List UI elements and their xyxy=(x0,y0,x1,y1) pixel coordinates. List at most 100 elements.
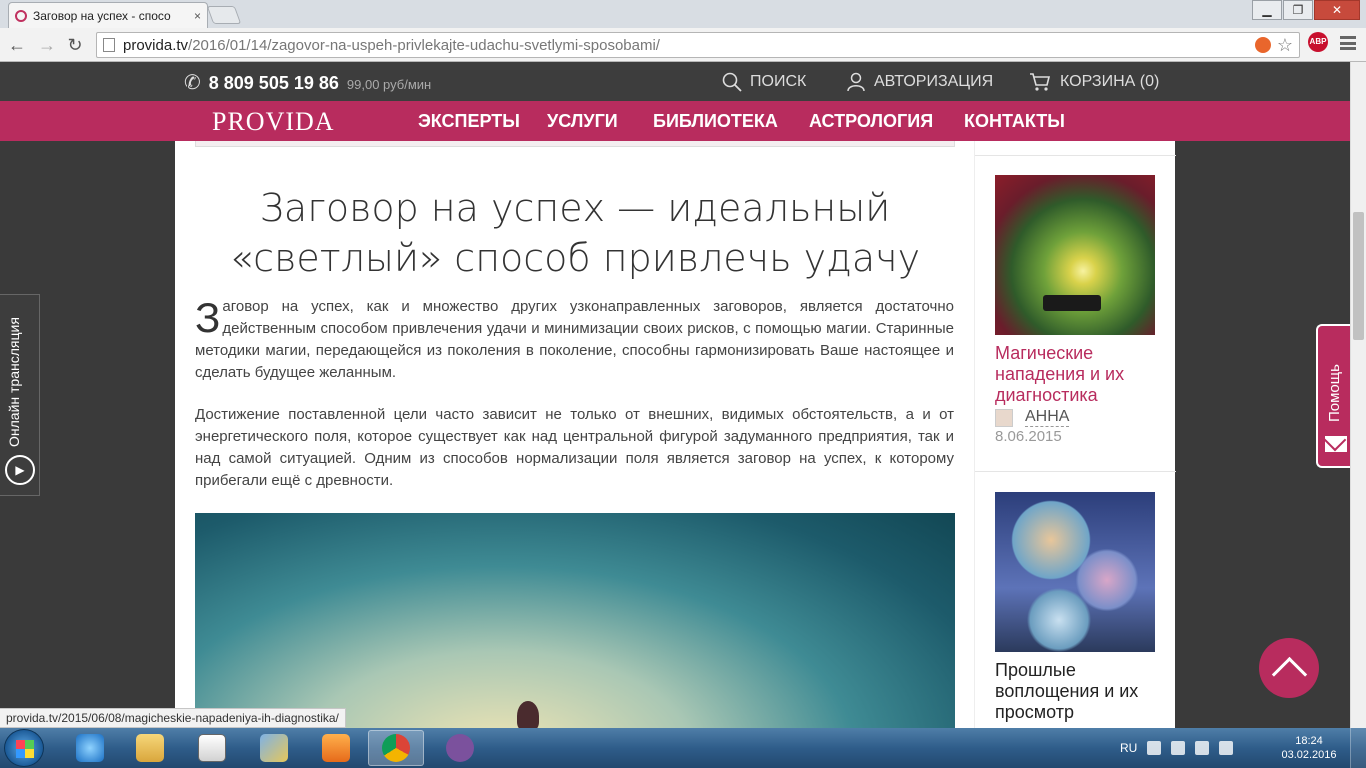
phone-icon: ✆ xyxy=(184,72,201,94)
back-arrow-icon[interactable]: ← xyxy=(6,34,28,56)
tab-close-icon[interactable]: × xyxy=(194,9,201,23)
related-card-image[interactable] xyxy=(995,175,1155,335)
cart-link[interactable]: КОРЗИНА (0) xyxy=(1028,72,1159,92)
article-hero-image xyxy=(195,513,955,728)
video-player-icon xyxy=(322,734,350,762)
language-indicator[interactable]: RU xyxy=(1120,741,1137,755)
bookmark-star-icon[interactable]: ☆ xyxy=(1277,35,1293,56)
tray-arrow-icon[interactable] xyxy=(1147,741,1162,755)
auth-label: АВТОРИЗАЦИЯ xyxy=(874,73,994,90)
nav-library[interactable]: БИБЛИОТЕКА xyxy=(653,111,778,132)
windows-logo-icon xyxy=(16,740,34,758)
taskbar-chrome[interactable] xyxy=(368,730,424,766)
site-favicon-icon xyxy=(15,9,27,22)
media-player-icon xyxy=(198,734,226,762)
author-name[interactable]: АННА xyxy=(1025,408,1070,427)
drop-cap: З xyxy=(195,294,221,341)
page-viewport: ✆ 8 809 505 19 86 99,00 руб/мин ПОИСК АВ… xyxy=(0,62,1350,728)
nav-contacts[interactable]: КОНТАКТЫ xyxy=(964,111,1065,132)
nav-experts[interactable]: ЭКСПЕРТЫ xyxy=(418,111,520,132)
minimize-button[interactable]: ▁ xyxy=(1252,0,1282,20)
clock-time: 18:24 xyxy=(1295,735,1323,747)
browser-toolbar: ← → ↻ provida.tv /2016/01/14/zagovor-na-… xyxy=(0,28,1366,62)
article-area: Заговор на успех — идеальный «светлый» с… xyxy=(175,141,974,728)
hero-figure xyxy=(517,701,539,728)
site-logo[interactable]: PROVIDA xyxy=(212,107,335,137)
related-card-title[interactable]: Магические нападения и их диагностика xyxy=(995,343,1157,406)
browser-tab-strip: Заговор на успех - спосо × ▁ ❐ ✕ xyxy=(0,0,1366,28)
cart-icon xyxy=(1030,73,1051,91)
url-host: provida.tv xyxy=(123,36,189,54)
related-card-title[interactable]: Прошлые воплощения и их просмотр xyxy=(995,660,1157,723)
live-stream-tab[interactable]: Онлайн трансляция ▶ xyxy=(0,294,40,496)
taskbar: RU 18:24 03.02.2016 xyxy=(0,728,1366,768)
taskbar-ie[interactable] xyxy=(62,730,118,766)
volume-icon[interactable] xyxy=(1219,741,1234,755)
viber-icon xyxy=(446,734,474,762)
auth-link[interactable]: АВТОРИЗАЦИЯ xyxy=(846,72,993,92)
help-label: Помощь xyxy=(1326,364,1343,422)
banner-edge xyxy=(195,141,955,147)
adblock-plus-icon[interactable]: ABP xyxy=(1308,32,1328,52)
related-card[interactable]: Магические нападения и их диагностика АН… xyxy=(995,175,1157,445)
help-tab[interactable]: Помощь xyxy=(1316,324,1350,468)
forward-arrow-icon[interactable]: → xyxy=(36,34,58,56)
play-icon: ▶ xyxy=(5,455,35,485)
search-icon xyxy=(722,72,742,92)
extension-icon[interactable] xyxy=(1255,37,1271,53)
system-tray: RU xyxy=(1120,728,1234,768)
show-desktop-button[interactable] xyxy=(1350,728,1366,768)
search-label: ПОИСК xyxy=(750,73,807,90)
related-card-author: АННА xyxy=(995,408,1157,427)
sidebar-divider xyxy=(975,471,1176,472)
mail-icon xyxy=(1325,436,1347,452)
phone-number[interactable]: 8 809 505 19 86 xyxy=(209,73,339,94)
close-window-button[interactable]: ✕ xyxy=(1314,0,1360,20)
taskbar-viber[interactable] xyxy=(432,730,488,766)
internet-explorer-icon xyxy=(76,734,104,762)
address-bar[interactable]: provida.tv /2016/01/14/zagovor-na-uspeh-… xyxy=(96,32,1300,58)
article-title: Заговор на успех — идеальный «светлый» с… xyxy=(229,186,921,280)
taskbar-media-player-classic[interactable] xyxy=(184,730,240,766)
taskbar-app[interactable] xyxy=(246,730,302,766)
nav-astrology[interactable]: АСТРОЛОГИЯ xyxy=(809,111,933,132)
window-controls: ▁ ❐ ✕ xyxy=(1252,0,1360,20)
article-paragraph-1: З аговор на успех, как и множество други… xyxy=(195,296,954,384)
reload-icon[interactable]: ↻ xyxy=(64,34,86,56)
app-icon xyxy=(260,734,288,762)
page-scrollbar[interactable] xyxy=(1350,62,1366,728)
sidebar-divider xyxy=(975,155,1176,156)
link-status-bar: provida.tv/2015/06/08/magicheskie-napade… xyxy=(0,708,346,728)
cart-label: КОРЗИНА (0) xyxy=(1060,73,1160,90)
taskbar-explorer[interactable] xyxy=(122,730,178,766)
new-tab-button[interactable] xyxy=(206,6,242,24)
maximize-button[interactable]: ❐ xyxy=(1283,0,1313,20)
url-path: /2016/01/14/zagovor-na-uspeh-privlekajte… xyxy=(188,36,660,54)
system-clock[interactable]: 18:24 03.02.2016 xyxy=(1276,734,1342,762)
action-center-icon[interactable] xyxy=(1171,741,1186,755)
related-card-date: 8.06.2015 xyxy=(995,428,1062,445)
user-icon xyxy=(847,72,865,92)
article-paragraph-2: Достижение поставленной цели часто завис… xyxy=(195,406,954,489)
search-link[interactable]: ПОИСК xyxy=(722,72,806,92)
tab-title: Заговор на успех - спосо xyxy=(33,8,171,23)
folder-icon xyxy=(136,734,164,762)
main-nav: PROVIDA ЭКСПЕРТЫ УСЛУГИ БИБЛИОТЕКА АСТРО… xyxy=(0,101,1350,141)
related-card-image[interactable] xyxy=(995,492,1155,652)
live-stream-label: Онлайн трансляция xyxy=(6,317,22,447)
author-avatar xyxy=(995,408,1013,427)
taskbar-video-player[interactable] xyxy=(308,730,364,766)
phone-block: ✆ 8 809 505 19 86 99,00 руб/мин xyxy=(184,70,431,95)
chrome-icon xyxy=(382,734,410,762)
nav-services[interactable]: УСЛУГИ xyxy=(547,111,618,132)
page-icon xyxy=(103,38,115,52)
network-icon[interactable] xyxy=(1195,741,1210,755)
browser-tab[interactable]: Заговор на успех - спосо × xyxy=(8,2,208,28)
related-card[interactable]: Прошлые воплощения и их просмотр xyxy=(995,492,1157,723)
start-button[interactable] xyxy=(4,729,44,767)
scroll-to-top-button[interactable] xyxy=(1259,638,1319,698)
scrollbar-thumb[interactable] xyxy=(1353,212,1364,340)
clock-date: 03.02.2016 xyxy=(1281,749,1337,761)
browser-menu-icon[interactable] xyxy=(1340,36,1356,50)
call-price: 99,00 руб/мин xyxy=(346,77,432,92)
